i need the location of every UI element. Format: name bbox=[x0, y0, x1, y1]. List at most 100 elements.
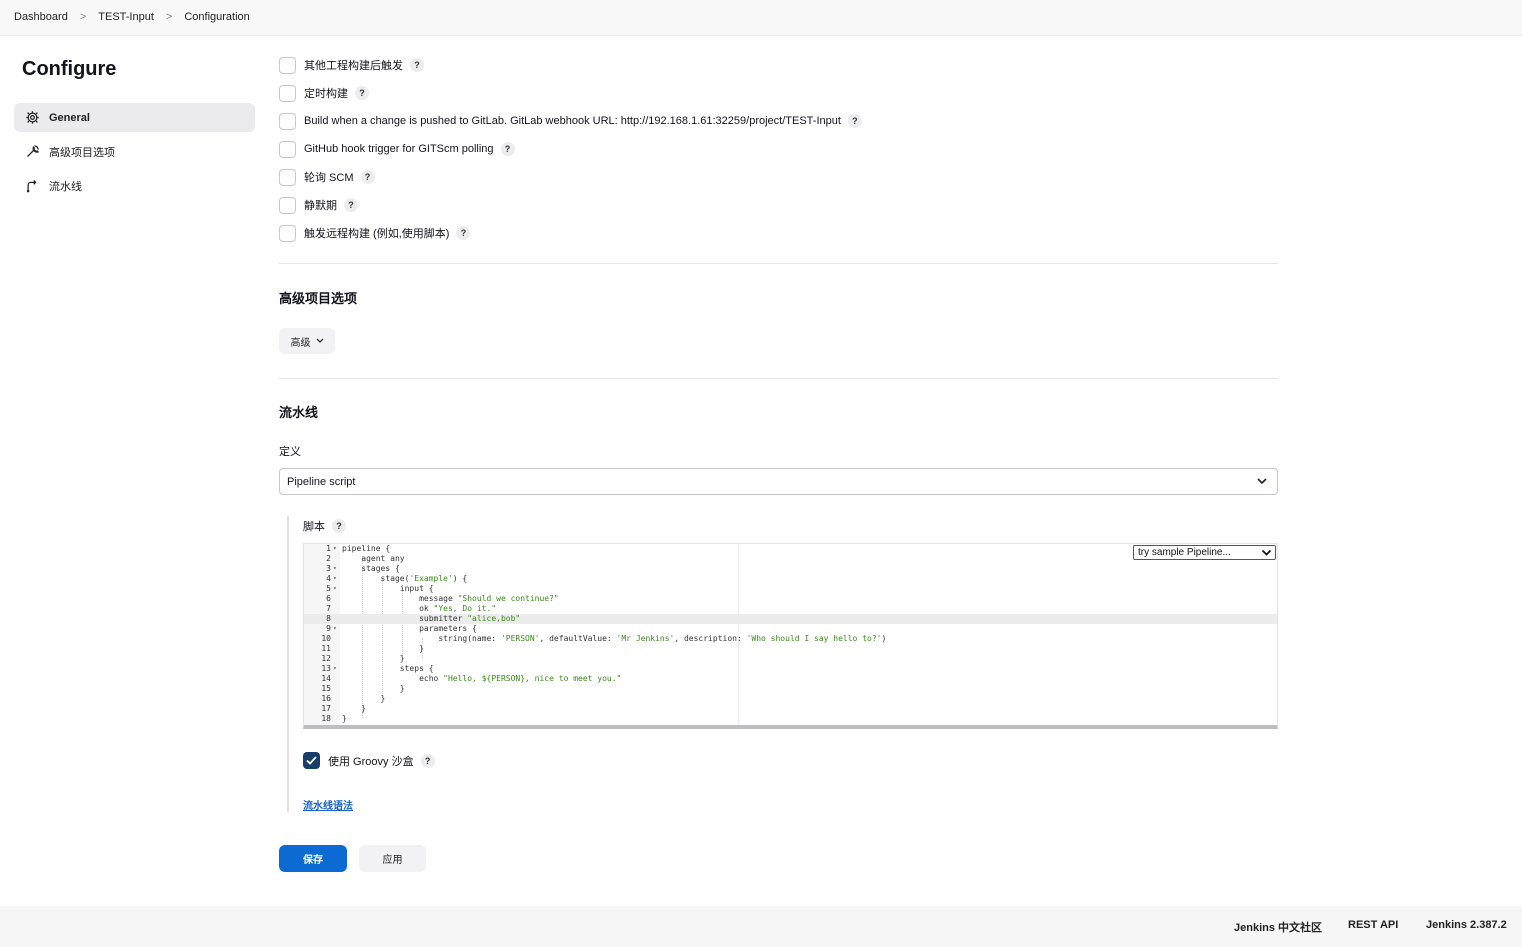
line-number: 8 bbox=[326, 614, 331, 623]
gear-icon bbox=[24, 110, 40, 126]
line-number: 15 bbox=[321, 684, 331, 693]
trigger-checkbox[interactable] bbox=[279, 84, 296, 102]
fold-arrow-icon[interactable]: ▾ bbox=[333, 564, 337, 574]
fold-arrow-icon[interactable]: ▾ bbox=[333, 624, 337, 634]
check-icon bbox=[306, 756, 317, 765]
line-number: 3 bbox=[326, 564, 331, 573]
trigger-label: 其他工程构建后触发 bbox=[304, 60, 403, 72]
section-divider bbox=[279, 263, 1278, 264]
footer-community-link[interactable]: Jenkins 中文社区 bbox=[1234, 919, 1322, 935]
trigger-label: Build when a change is pushed to GitLab.… bbox=[304, 115, 841, 127]
help-icon[interactable]: ? bbox=[847, 114, 862, 128]
sidebar-item-pipeline[interactable]: 流水线 bbox=[14, 171, 255, 200]
editor-line[interactable]: 11 } bbox=[304, 644, 1277, 654]
sidebar-title: Configure bbox=[22, 58, 117, 80]
script-block-indent-bar bbox=[287, 516, 289, 812]
fold-arrow-icon[interactable]: ▾ bbox=[333, 664, 337, 674]
definition-select-value: Pipeline script bbox=[287, 475, 356, 488]
sidebar-item-general[interactable]: General bbox=[14, 103, 255, 132]
line-number: 18 bbox=[321, 714, 331, 723]
trigger-github-hook[interactable]: GitHub hook trigger for GITScm polling ? bbox=[279, 140, 515, 158]
breadcrumb-test-input[interactable]: TEST-Input bbox=[98, 11, 154, 23]
line-number: 14 bbox=[321, 674, 331, 683]
fold-arrow-icon[interactable]: ▾ bbox=[333, 544, 337, 554]
code-text: } bbox=[342, 704, 367, 713]
editor-line[interactable]: 3 ▾ stages { bbox=[304, 564, 1277, 574]
sidebar-item-label: 高级项目选项 bbox=[49, 146, 115, 159]
editor-line[interactable]: 7 ok "Yes, Do it." bbox=[304, 604, 1277, 614]
line-number: 6 bbox=[326, 594, 331, 603]
line-number: 7 bbox=[326, 604, 331, 613]
sidebar-item-advanced[interactable]: 高级项目选项 bbox=[14, 137, 255, 166]
trigger-checkbox[interactable] bbox=[279, 112, 296, 130]
help-icon[interactable]: ? bbox=[332, 519, 346, 533]
definition-label: 定义 bbox=[279, 446, 301, 458]
editor-line[interactable]: 12 } bbox=[304, 654, 1277, 664]
trigger-checkbox[interactable] bbox=[279, 224, 296, 242]
code-text: } bbox=[342, 714, 347, 723]
trigger-quiet-period[interactable]: 静默期 ? bbox=[279, 196, 358, 214]
line-number: 4 bbox=[326, 574, 331, 583]
help-icon[interactable]: ? bbox=[360, 170, 375, 184]
breadcrumb-configuration[interactable]: Configuration bbox=[184, 11, 249, 23]
breadcrumb: Dashboard > TEST-Input > Configuration bbox=[14, 11, 250, 23]
editor-line[interactable]: 5 ▾ input { bbox=[304, 584, 1277, 594]
trigger-label: GitHub hook trigger for GITScm polling bbox=[304, 143, 494, 155]
code-text: } bbox=[342, 694, 386, 703]
line-number: 12 bbox=[321, 654, 331, 663]
editor-line[interactable]: 10 string(name: 'PERSON', defaultValue: … bbox=[304, 634, 1277, 644]
fold-arrow-icon[interactable]: ▾ bbox=[333, 574, 337, 584]
advanced-button[interactable]: 高级 bbox=[279, 328, 335, 354]
trigger-gitlab-push[interactable]: Build when a change is pushed to GitLab.… bbox=[279, 112, 862, 130]
trigger-checkbox[interactable] bbox=[279, 196, 296, 214]
fold-arrow-icon[interactable]: ▾ bbox=[333, 584, 337, 594]
trigger-scheduled[interactable]: 定时构建 ? bbox=[279, 84, 369, 102]
chevron-down-icon bbox=[1256, 475, 1268, 490]
footer-rest-api-link[interactable]: REST API bbox=[1348, 919, 1398, 931]
editor-line[interactable]: 8 submitter "alice,bob" bbox=[304, 614, 1277, 624]
apply-button[interactable]: 应用 bbox=[359, 845, 426, 872]
editor-line[interactable]: 4 ▾ stage('Example') { bbox=[304, 574, 1277, 584]
advanced-section-title: 高级项目选项 bbox=[279, 291, 358, 306]
editor-line[interactable]: 15 } bbox=[304, 684, 1277, 694]
trigger-checkbox[interactable] bbox=[279, 140, 296, 158]
editor-line[interactable]: 13 ▾ steps { bbox=[304, 664, 1277, 674]
editor-line[interactable]: 16 } bbox=[304, 694, 1277, 704]
trigger-poll-scm[interactable]: 轮询 SCM ? bbox=[279, 168, 375, 186]
footer-version-link[interactable]: Jenkins 2.387.2 bbox=[1426, 919, 1507, 931]
trigger-other-project[interactable]: 其他工程构建后触发 ? bbox=[279, 56, 424, 74]
editor-line[interactable]: 1 ▾ pipeline { bbox=[304, 544, 1277, 554]
pipeline-syntax-link[interactable]: 流水线语法 bbox=[303, 797, 353, 812]
code-text: message "Should we continue?" bbox=[342, 594, 559, 603]
editor-line[interactable]: 2 agent any bbox=[304, 554, 1277, 564]
groovy-sandbox-checkbox[interactable] bbox=[303, 752, 320, 769]
groovy-sandbox-label: 使用 Groovy 沙盒 bbox=[328, 755, 414, 768]
editor-line[interactable]: 9 ▾ parameters { bbox=[304, 624, 1277, 634]
editor-line[interactable]: 6 message "Should we continue?" bbox=[304, 594, 1277, 604]
breadcrumb-separator-icon: > bbox=[79, 11, 87, 23]
help-icon[interactable]: ? bbox=[410, 58, 424, 72]
editor-line[interactable]: 14 echo "Hello, ${PERSON}, nice to meet … bbox=[304, 674, 1277, 684]
trigger-checkbox[interactable] bbox=[279, 56, 296, 74]
help-icon[interactable]: ? bbox=[355, 86, 369, 100]
breadcrumb-dashboard[interactable]: Dashboard bbox=[14, 11, 68, 23]
definition-select[interactable]: Pipeline script bbox=[279, 468, 1278, 495]
trigger-remote-build[interactable]: 触发远程构建 (例如,使用脚本) ? bbox=[279, 224, 471, 242]
sidebar-item-label: 流水线 bbox=[49, 180, 82, 193]
sample-pipeline-select-value: try sample Pipeline... bbox=[1138, 547, 1231, 558]
help-icon[interactable]: ? bbox=[456, 226, 471, 240]
code-text: input { bbox=[342, 584, 434, 593]
script-label-row: 脚本 ? bbox=[303, 518, 346, 534]
wrench-icon bbox=[24, 144, 40, 160]
help-icon[interactable]: ? bbox=[500, 142, 515, 156]
help-icon[interactable]: ? bbox=[344, 198, 358, 212]
editor-line[interactable]: 18} bbox=[304, 714, 1277, 724]
save-button[interactable]: 保存 bbox=[279, 845, 347, 872]
groovy-sandbox-option[interactable]: 使用 Groovy 沙盒 ? bbox=[303, 752, 435, 769]
code-text: pipeline { bbox=[342, 544, 391, 553]
script-editor[interactable]: 1 ▾ pipeline {2 agent any 3 ▾ stages {4 ▾ sta… bbox=[303, 543, 1278, 729]
help-icon[interactable]: ? bbox=[420, 753, 435, 768]
trigger-checkbox[interactable] bbox=[279, 168, 296, 186]
sample-pipeline-select[interactable]: try sample Pipeline... bbox=[1133, 545, 1276, 560]
editor-line[interactable]: 17 } bbox=[304, 704, 1277, 714]
